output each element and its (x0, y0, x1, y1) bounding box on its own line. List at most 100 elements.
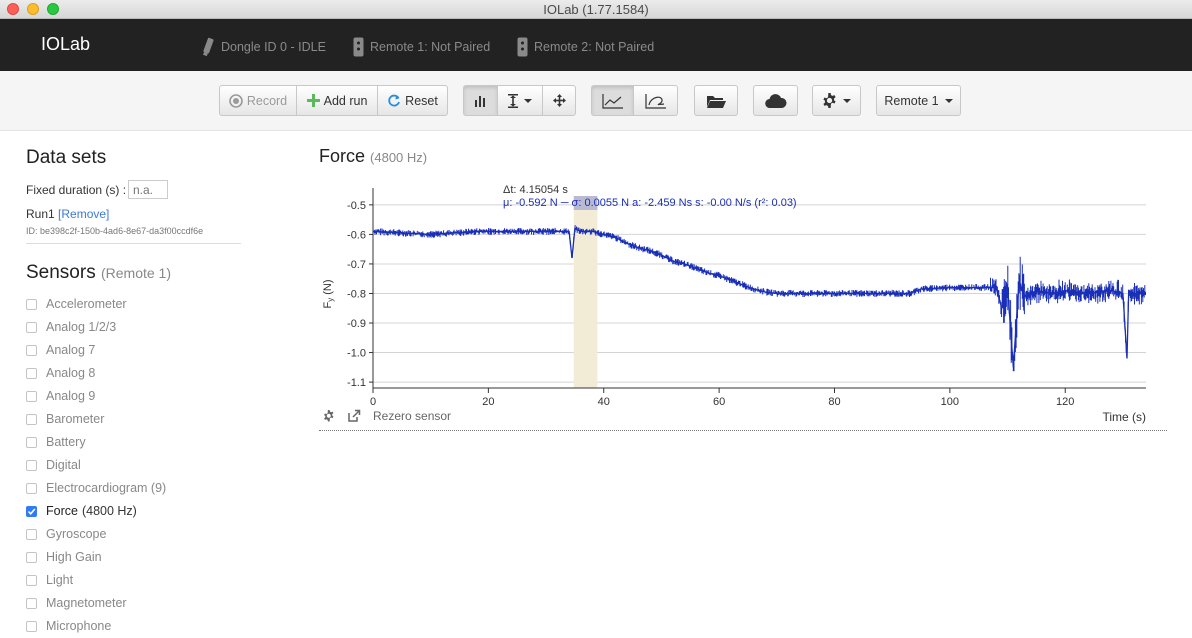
x-tick-label: 80 (828, 396, 840, 408)
sensor-item[interactable]: Battery (26, 435, 86, 449)
remote-select-label: Remote 1 (884, 93, 939, 108)
chevron-down-icon (524, 98, 532, 103)
sensor-checkbox[interactable] (26, 321, 37, 333)
sensors-title: Sensors (26, 262, 96, 283)
sensor-checkbox[interactable] (26, 551, 37, 563)
sensor-item[interactable]: Analog 7 (26, 343, 95, 357)
sensor-checkbox[interactable] (26, 367, 37, 379)
x-axis-ticks: 0 20 40 60 80 100 120 (370, 388, 1074, 408)
x-tick-label: 40 (598, 396, 610, 408)
y-axis-ticks: -0.5 -0.6 -0.7 -0.8 -0.9 -1.0 -1.1 (347, 200, 373, 389)
sensor-item[interactable]: Magnetometer (26, 596, 127, 610)
x-tick-label: 100 (941, 396, 959, 408)
y-tick-label: -1.1 (347, 377, 366, 389)
sensor-item[interactable]: High Gain (26, 550, 102, 564)
sensor-item[interactable]: Light (26, 573, 73, 587)
sensor-label: Electrocardiogram (9) (46, 481, 167, 495)
refresh-icon (388, 94, 401, 106)
open-folder-button[interactable] (694, 85, 738, 116)
check-icon (27, 507, 36, 515)
plus-icon (306, 94, 320, 107)
fixed-duration-label: Fixed duration (s) : (26, 183, 127, 197)
sensor-checkbox[interactable] (26, 436, 37, 448)
remove-run-link[interactable]: [Remove] (58, 207, 109, 221)
xy-graph-button[interactable] (633, 85, 678, 116)
noise-band (372, 225, 1146, 372)
sensor-label: Analog 7 (46, 343, 96, 357)
sensor-checkbox[interactable] (26, 505, 37, 517)
record-icon (229, 93, 243, 108)
time-graph-button[interactable] (591, 85, 634, 116)
app-brand[interactable]: IOLab (41, 34, 90, 55)
gear-icon (823, 93, 836, 108)
sensors-remote-label: (Remote 1) (100, 265, 172, 281)
sensor-item[interactable]: Barometer (26, 412, 104, 426)
y-tick-label: -0.8 (347, 288, 366, 300)
add-run-button[interactable]: Add run (296, 85, 378, 116)
x-tick-label: 0 (370, 396, 376, 408)
force-series-noise (372, 225, 1146, 372)
x-tick-label: 20 (482, 396, 494, 408)
sensor-label: Light (46, 573, 74, 587)
cloud-button[interactable] (753, 85, 798, 116)
chevron-down-icon (843, 98, 851, 103)
vertical-scale-dropdown[interactable] (497, 85, 543, 116)
remote-select-dropdown[interactable]: Remote 1 (876, 85, 961, 116)
y-tick-label: -0.7 (347, 259, 366, 271)
sensor-checkbox[interactable] (26, 620, 37, 632)
remote-device-icon (353, 37, 364, 57)
sensor-item[interactable]: Analog 9 (26, 389, 95, 403)
dongle-status: Dongle ID 0 - IDLE (201, 37, 326, 57)
run-entry: Run1 [Remove] (26, 207, 109, 221)
sensor-checkbox[interactable] (26, 482, 37, 494)
record-button[interactable]: Record (219, 85, 297, 116)
sensor-item[interactable]: Electrocardiogram (9) (26, 481, 166, 495)
move-arrows-icon (552, 94, 566, 107)
sensor-rate: (4800 Hz) (81, 504, 137, 518)
sensor-item[interactable]: Digital (26, 458, 81, 472)
run-id: ID: be398c2f-150b-4ad6-8e67-da3f00ccdf6e (26, 226, 204, 236)
force-chart[interactable]: -0.5 -0.6 -0.7 -0.8 -0.9 -1.0 -1.1 0 20 40 60 80 10… (319, 178, 1167, 430)
sensor-checkbox[interactable] (26, 528, 37, 540)
stats-summary: μ: -0.592 N ─ σ: 0.0055 N a: -2.459 Ns s… (503, 197, 797, 209)
reset-button[interactable]: Reset (377, 85, 448, 116)
plot-divider (319, 430, 1167, 431)
sensor-item[interactable]: Microphone (26, 619, 111, 633)
window-titlebar: IOLab (1.77.1584) (0, 0, 1192, 19)
sensor-checkbox[interactable] (26, 574, 37, 586)
fixed-duration-input[interactable] (128, 180, 168, 199)
gear-icon (324, 410, 334, 422)
sensor-label: Microphone (46, 619, 112, 633)
sensor-checkbox[interactable] (26, 298, 37, 310)
bar-stats-button[interactable] (463, 85, 498, 116)
rezero-sensor-button[interactable]: Rezero sensor (373, 409, 451, 423)
open-external-button[interactable] (348, 409, 361, 422)
pan-button[interactable] (542, 85, 576, 116)
plot-settings-button[interactable] (324, 410, 334, 422)
sensor-label: High Gain (46, 550, 102, 564)
sensor-checkbox[interactable] (26, 597, 37, 609)
selection-band[interactable] (573, 196, 598, 388)
sensors-heading: Sensors (Remote 1) (26, 262, 171, 284)
remote1-status-text: Remote 1: Not Paired (370, 40, 491, 54)
plot-rate: (4800 Hz) (370, 150, 428, 165)
cloud-icon (764, 93, 787, 108)
sensor-item[interactable]: Force (4800 Hz) (26, 504, 137, 518)
vertical-range-icon (508, 93, 518, 108)
sensor-checkbox[interactable] (26, 390, 37, 402)
sensor-item[interactable]: Analog 8 (26, 366, 95, 380)
sensor-checkbox[interactable] (26, 413, 37, 425)
sensor-item[interactable]: Accelerometer (26, 297, 127, 311)
remote1-status: Remote 1: Not Paired (353, 37, 490, 57)
folder-icon (707, 95, 726, 108)
y-tick-label: -1.0 (347, 348, 366, 360)
sensor-item[interactable]: Analog 1/2/3 (26, 320, 116, 334)
sensor-label: Magnetometer (46, 596, 127, 610)
sensor-item[interactable]: Gyroscope (26, 527, 106, 541)
settings-dropdown[interactable] (812, 85, 861, 116)
line-graph-icon (601, 93, 623, 109)
x-tick-label: 120 (1056, 396, 1074, 408)
run-name: Run1 (26, 207, 55, 221)
sensor-checkbox[interactable] (26, 344, 37, 356)
sensor-checkbox[interactable] (26, 459, 37, 471)
